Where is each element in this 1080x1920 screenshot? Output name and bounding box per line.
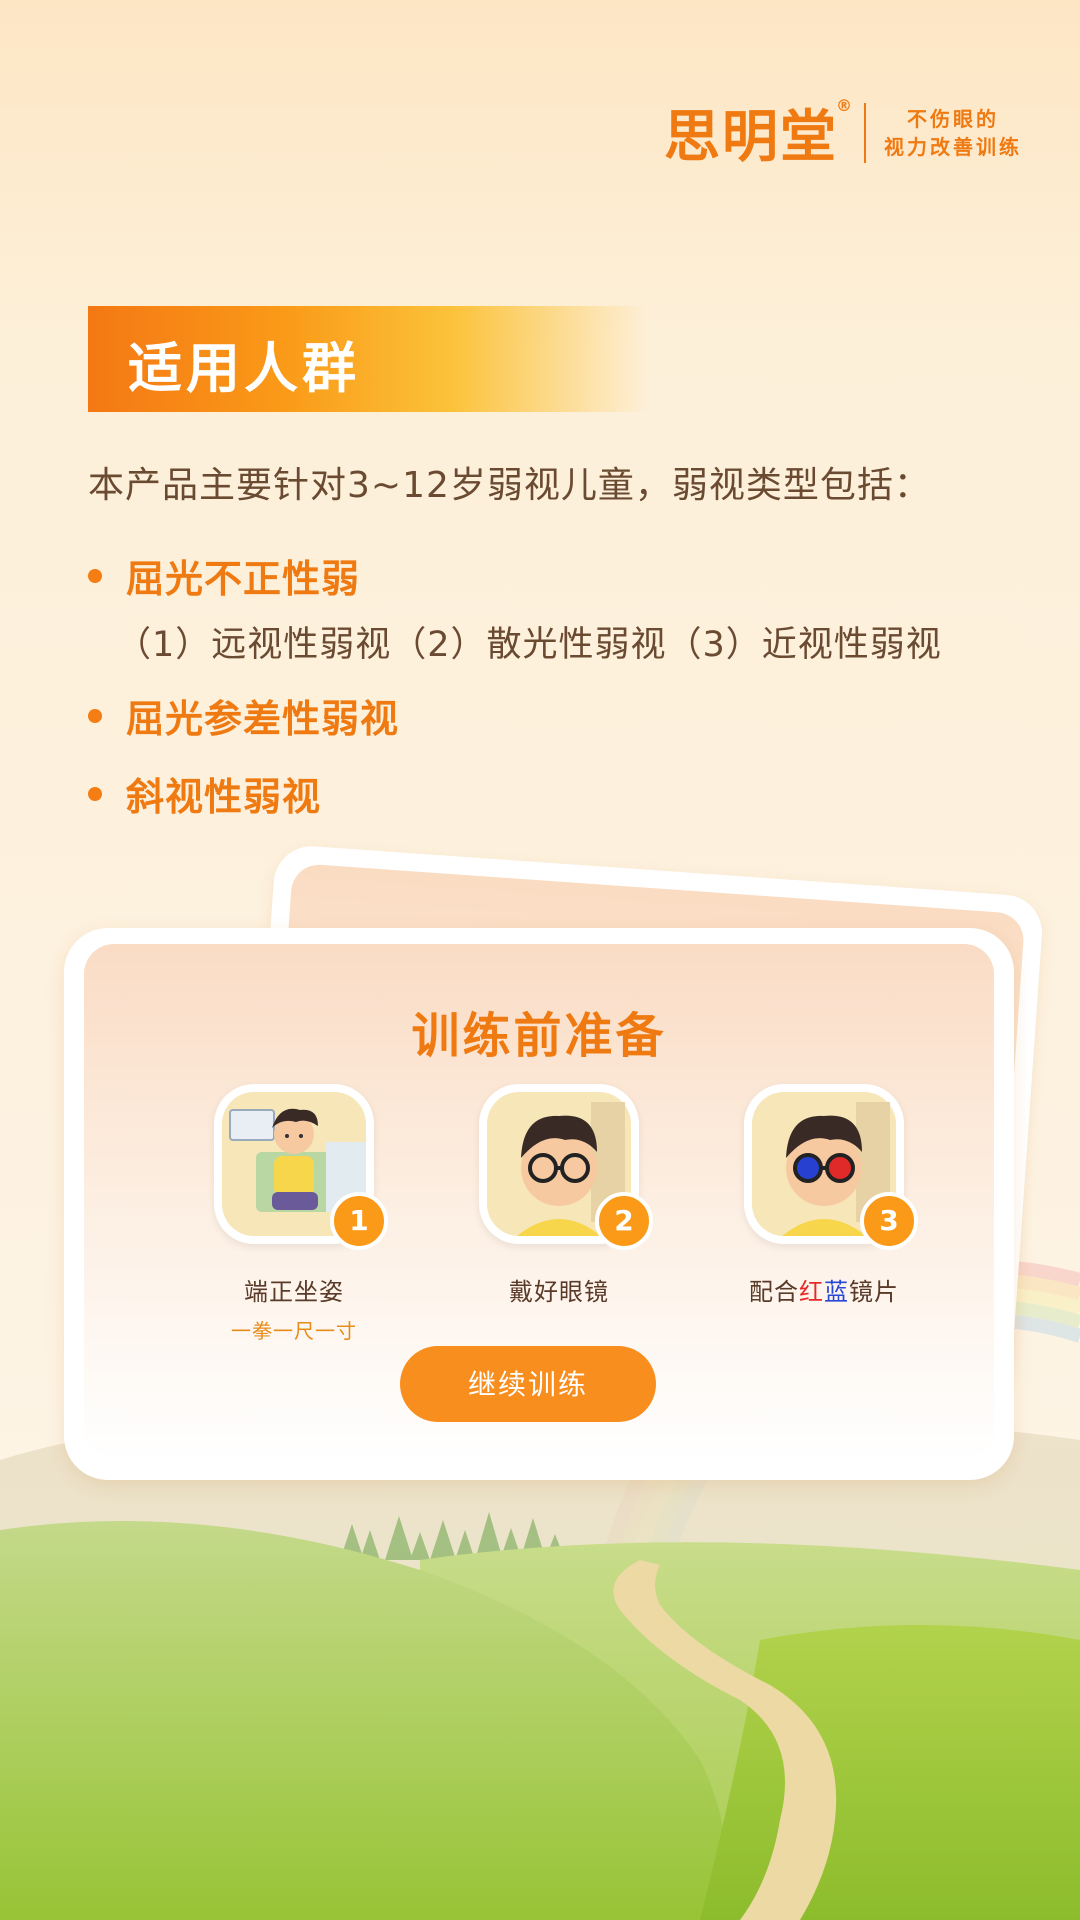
step-1-badge: 1 xyxy=(330,1192,388,1250)
continue-training-button[interactable]: 继续训练 xyxy=(400,1346,656,1422)
list-item: 屈光参差性弱视 xyxy=(88,688,399,743)
list-item-label: 斜视性弱视 xyxy=(126,775,322,819)
step-3-label-blue: 蓝 xyxy=(824,1278,849,1306)
section-title: 适用人群 xyxy=(128,337,360,400)
slogan-line-2: 视力改善训练 xyxy=(884,134,1022,159)
list-item: 斜视性弱视 xyxy=(88,766,321,821)
step-3-label-red: 红 xyxy=(799,1278,824,1306)
step-3-badge: 3 xyxy=(860,1192,918,1250)
step-2-badge: 2 xyxy=(595,1192,653,1250)
section-title-banner: 适用人群 xyxy=(88,306,648,412)
list-item-label: 屈光参差性弱视 xyxy=(126,697,400,741)
brand-name-text: 思明堂 xyxy=(664,105,838,170)
step-3: 3 配合红蓝镜片 xyxy=(704,1084,944,1307)
step-1-label: 端正坐姿 xyxy=(244,1278,344,1306)
preparation-card: 训练前准备 1 端正坐姿 一拳一尺一寸 2 戴好眼镜 3 配合红蓝镜片 继续训练 xyxy=(64,928,1014,1480)
step-1: 1 端正坐姿 一拳一尺一寸 xyxy=(174,1084,414,1344)
card-title: 训练前准备 xyxy=(411,1008,667,1064)
step-3-label-prefix: 配合 xyxy=(749,1278,799,1306)
brand-logo: 思明堂 ® 不伤眼的 视力改善训练 xyxy=(664,92,1022,173)
bullet-dot xyxy=(88,708,102,723)
bullet-dot xyxy=(88,568,102,583)
step-3-label-suffix: 镜片 xyxy=(849,1278,899,1306)
brand-name: 思明堂 ® xyxy=(664,92,852,173)
step-3-label: 配合红蓝镜片 xyxy=(704,1272,944,1307)
step-1-image: 1 xyxy=(214,1084,388,1250)
slogan-line-1: 不伤眼的 xyxy=(907,106,999,131)
brand-slogan: 不伤眼的 视力改善训练 xyxy=(884,105,1022,161)
bullet-dot xyxy=(88,786,102,801)
step-2: 2 戴好眼镜 xyxy=(439,1084,679,1307)
list-item-subtypes: （1）远视性弱视（2）散光性弱视（3）近视性弱视 xyxy=(116,625,942,665)
intro-text: 本产品主要针对3~12岁弱视儿童，弱视类型包括： xyxy=(88,465,931,506)
step-3-image: 3 xyxy=(744,1084,918,1250)
step-1-sublabel: 一拳一尺一寸 xyxy=(231,1319,357,1343)
step-2-image: 2 xyxy=(479,1084,653,1250)
card-inner: 训练前准备 1 端正坐姿 一拳一尺一寸 2 戴好眼镜 3 配合红蓝镜片 继续训练 xyxy=(84,944,994,1460)
logo-divider xyxy=(864,102,866,163)
registered-mark: ® xyxy=(836,96,854,115)
list-item-label: 屈光不正性弱 xyxy=(126,557,361,601)
list-item: 屈光不正性弱 xyxy=(88,548,360,603)
step-2-label: 戴好眼镜 xyxy=(509,1278,609,1306)
